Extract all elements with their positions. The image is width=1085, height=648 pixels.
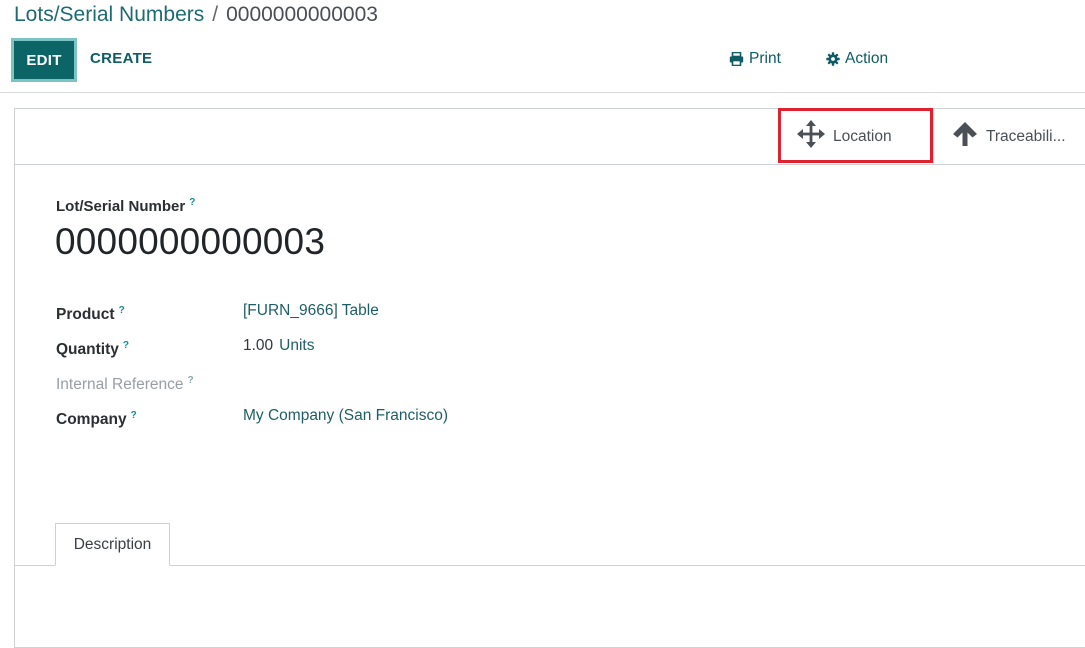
action-menu-button[interactable]: Action — [826, 48, 888, 70]
tab-description[interactable]: Description — [55, 523, 170, 566]
lot-serial-number-value: 0000000000003 — [55, 221, 326, 262]
breadcrumb-separator: / — [212, 3, 219, 26]
quantity-label-text: Quantity — [56, 341, 119, 359]
company-label-text: Company — [56, 411, 127, 429]
company-value-link[interactable]: My Company (San Francisco) — [243, 405, 448, 427]
product-label: Product? — [56, 300, 125, 326]
print-icon — [729, 52, 744, 66]
product-label-text: Product — [56, 306, 115, 324]
help-tooltip-icon[interactable]: ? — [119, 305, 125, 316]
product-value-link[interactable]: [FURN_9666] Table — [243, 300, 379, 322]
form-sheet: Location Traceabili... Lot/Serial Number… — [14, 108, 1085, 648]
traceability-label: Traceabili... — [986, 127, 1066, 145]
breadcrumb: Lots/Serial Numbers / 0000000000003 — [14, 2, 378, 28]
company-label: Company? — [56, 405, 137, 431]
help-tooltip-icon[interactable]: ? — [123, 340, 129, 351]
quantity-unit-link[interactable]: Units — [279, 337, 314, 354]
breadcrumb-parent-link[interactable]: Lots/Serial Numbers — [14, 3, 204, 26]
print-menu-button[interactable]: Print — [729, 48, 781, 70]
help-tooltip-icon[interactable]: ? — [189, 197, 195, 208]
quantity-label: Quantity? — [56, 335, 129, 361]
lot-serial-number-label-text: Lot/Serial Number — [56, 198, 186, 215]
help-tooltip-icon[interactable]: ? — [188, 375, 194, 386]
edit-button[interactable]: EDIT — [11, 38, 77, 82]
create-button[interactable]: CREATE — [90, 48, 152, 70]
lot-serial-number-label: Lot/Serial Number? — [56, 197, 195, 215]
action-label: Action — [845, 50, 889, 67]
print-label: Print — [749, 50, 781, 67]
internal-reference-label-text: Internal Reference — [56, 376, 184, 394]
smart-button-box: Location Traceabili... — [15, 108, 1085, 165]
quantity-value: 1.00 Units — [243, 335, 315, 357]
control-panel-divider — [0, 92, 1085, 93]
gear-icon — [826, 52, 840, 66]
breadcrumb-current: 0000000000003 — [226, 3, 378, 26]
arrow-up-icon — [952, 121, 978, 152]
notebook-tab-bar — [15, 565, 1085, 566]
highlight-frame — [778, 108, 933, 163]
quantity-number: 1.00 — [243, 337, 274, 354]
traceability-smart-button[interactable]: Traceabili... — [933, 109, 1085, 164]
help-tooltip-icon[interactable]: ? — [131, 410, 137, 421]
internal-reference-label: Internal Reference? — [56, 370, 194, 396]
